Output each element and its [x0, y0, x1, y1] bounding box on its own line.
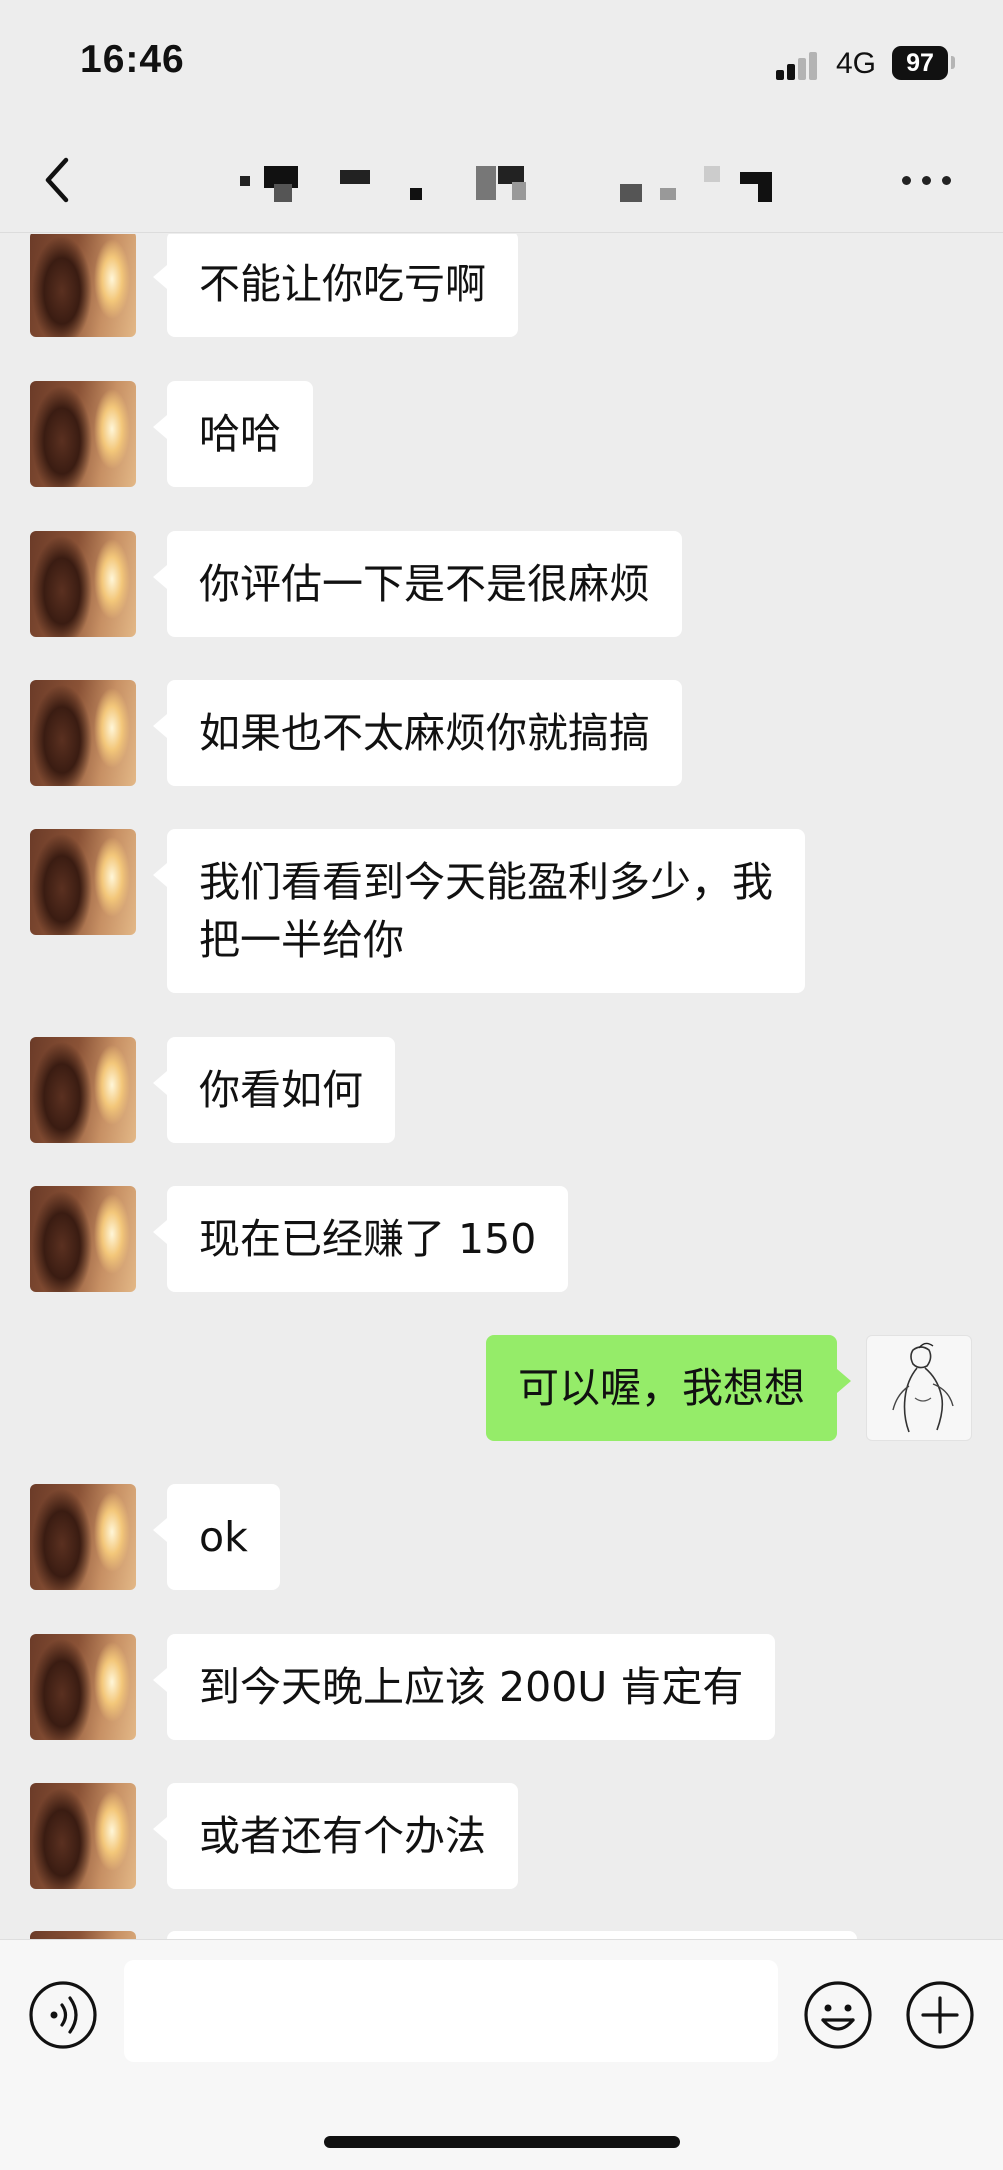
contact-avatar[interactable] [30, 1186, 136, 1292]
network-label: 4G [836, 47, 877, 80]
ellipsis-icon[interactable] [902, 170, 952, 190]
status-bar: 16:46 4G 97 [0, 0, 1003, 130]
voice-icon[interactable] [28, 1980, 98, 2050]
received-message: 到今天晚上应该 200U 肯定有 [152, 1634, 776, 1740]
contact-avatar[interactable] [30, 1931, 136, 1939]
sent-message: 可以喔，我想想 [486, 1335, 851, 1441]
received-message: 不能让你吃亏啊 [153, 234, 518, 337]
contact-avatar[interactable] [30, 829, 136, 935]
received-message: 哈哈 [153, 381, 313, 487]
status-time: 16:46 [80, 38, 185, 81]
contact-avatar[interactable] [30, 1484, 136, 1590]
signal-icon [776, 50, 822, 80]
my-avatar[interactable] [866, 1335, 972, 1441]
contact-avatar[interactable] [30, 1634, 136, 1740]
contact-avatar[interactable] [30, 1783, 136, 1889]
contact-avatar[interactable] [30, 381, 136, 487]
contact-avatar[interactable] [30, 1037, 136, 1143]
received-message: 我们看看到今天能盈利多少，我 把一半给你 [153, 829, 805, 993]
received-message: 如果也不太麻烦你就搞搞 [153, 680, 682, 786]
battery-icon: 97 [892, 46, 948, 80]
received-message: 现在已经赚了 150 [152, 1186, 569, 1292]
received-message-partial [167, 1931, 857, 1939]
contact-avatar[interactable] [30, 680, 136, 786]
chat-message-list[interactable]: 不能让你吃亏啊 哈哈 你评估一下是不是很麻烦 如果也不太麻烦你就搞搞 我们看看到… [0, 234, 1003, 1939]
received-message: ok [153, 1484, 280, 1590]
emoji-icon[interactable] [803, 1980, 873, 2050]
battery-tip [951, 56, 955, 69]
plus-icon[interactable] [905, 1980, 975, 2050]
chat-title-redacted [240, 166, 780, 206]
nav-bar [0, 130, 1003, 233]
home-indicator[interactable] [324, 2136, 680, 2148]
contact-avatar[interactable] [30, 234, 136, 337]
contact-avatar[interactable] [30, 531, 136, 637]
received-message: 你看如何 [153, 1037, 395, 1143]
message-input[interactable] [124, 1960, 778, 2062]
chevron-left-icon[interactable] [38, 152, 78, 208]
received-message: 你评估一下是不是很麻烦 [153, 531, 682, 637]
received-message: 或者还有个办法 [153, 1783, 518, 1889]
